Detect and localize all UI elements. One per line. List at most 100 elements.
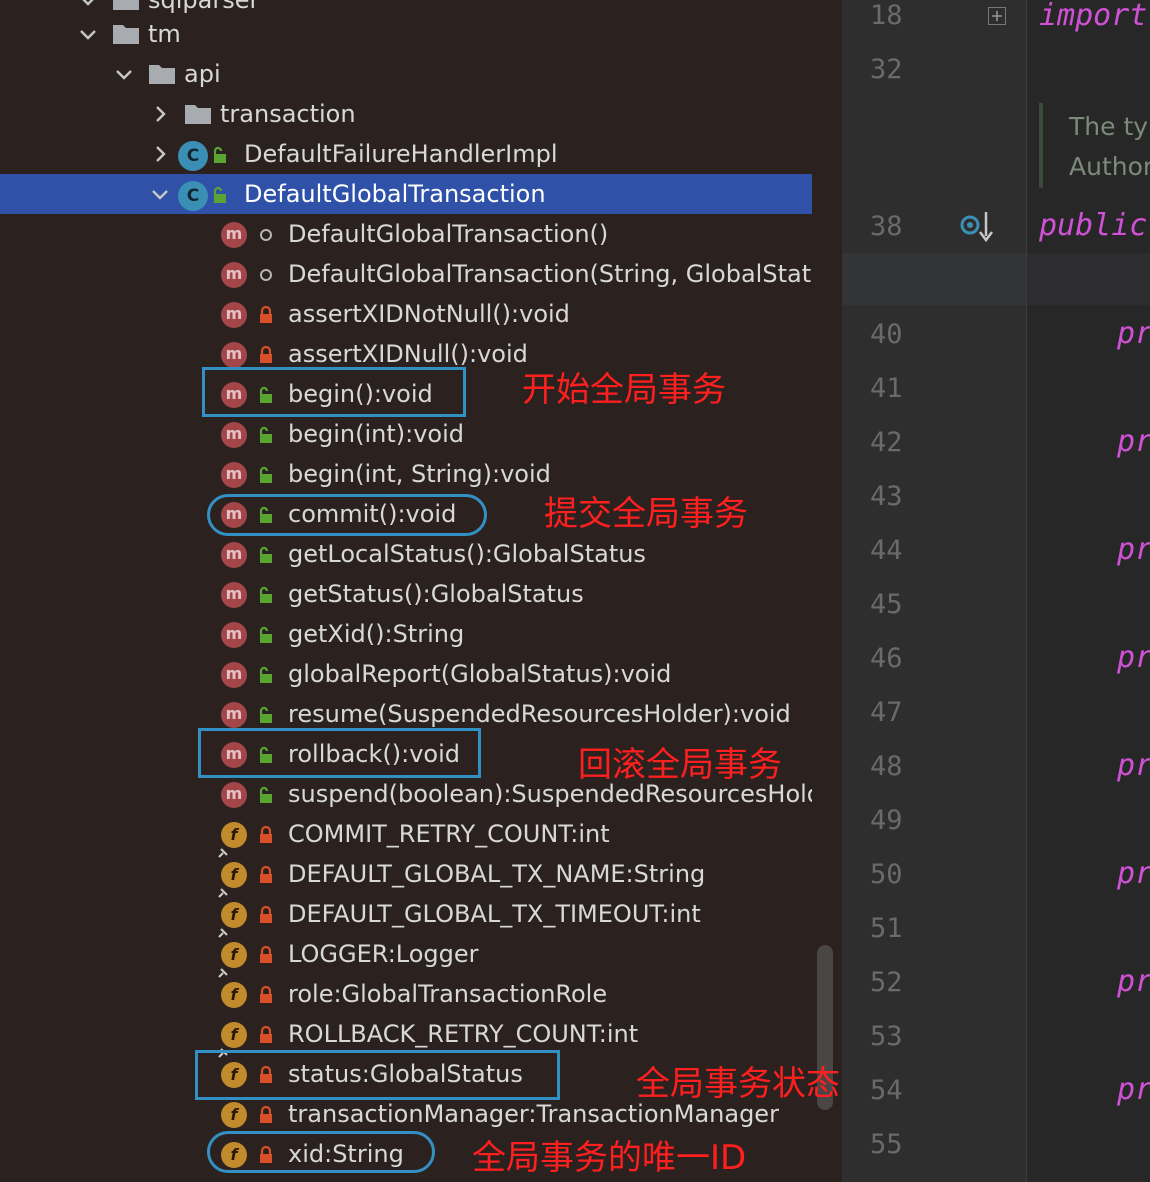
- tree-row-folder[interactable]: api: [0, 54, 812, 94]
- line-number: 50: [870, 859, 903, 890]
- tree-row-label: assertXIDNotNull():void: [288, 300, 570, 328]
- private-lock-icon: [258, 1025, 274, 1044]
- tree-row-label: DEFAULT_GLOBAL_TX_TIMEOUT:int: [288, 900, 701, 928]
- tree-row-method[interactable]: m getXid():String: [0, 614, 812, 654]
- public-lock-icon: [258, 546, 274, 564]
- tree-row-folder[interactable]: tm: [0, 14, 812, 54]
- annotation-label: 开始全局事务: [522, 370, 726, 410]
- method-icon: m: [221, 422, 247, 448]
- annotation-label: 全局事务状态: [636, 1064, 840, 1104]
- tree-row-label: DefaultGlobalTransaction(): [288, 220, 609, 248]
- highlight-box: [195, 1050, 560, 1100]
- current-line-highlight: [1027, 253, 1150, 305]
- public-keyword: public: [1039, 208, 1148, 243]
- tree-row-field[interactable]: f ROLLBACK_RETRY_COUNT:int: [0, 1014, 812, 1058]
- static-pin-icon: [218, 960, 228, 978]
- highlight-box: [198, 728, 481, 778]
- private-keyword: pr: [1117, 1072, 1150, 1107]
- tree-row-field[interactable]: f role:GlobalTransactionRole: [0, 974, 812, 1014]
- import-keyword: import: [1039, 0, 1148, 33]
- private-lock-icon: [258, 865, 274, 884]
- tree-row-field[interactable]: f DEFAULT_GLOBAL_TX_TIMEOUT:int: [0, 894, 812, 938]
- tree-row-folder[interactable]: transaction: [0, 94, 812, 134]
- tree-row-method[interactable]: m globalReport(GlobalStatus):void: [0, 654, 812, 694]
- tree-row-field[interactable]: f DEFAULT_GLOBAL_TX_NAME:String: [0, 854, 812, 898]
- method-icon: m: [221, 222, 247, 248]
- tree-row-label: DefaultGlobalTransaction: [244, 180, 546, 208]
- static-pin-icon: [218, 880, 228, 898]
- private-lock-icon: [258, 985, 274, 1004]
- static-pin-icon: [218, 1040, 228, 1058]
- method-icon: m: [221, 462, 247, 488]
- tree-row-class[interactable]: C DefaultGlobalTransaction: [0, 174, 812, 214]
- field-icon: f: [218, 942, 247, 978]
- tree-row-label: sqlparser: [148, 0, 260, 14]
- public-lock-icon: [258, 586, 274, 604]
- chevron-down-icon[interactable]: [148, 182, 172, 206]
- annotation-label: 全局事务的唯一ID: [472, 1138, 747, 1178]
- line-number: 49: [870, 805, 903, 836]
- private-keyword: pr: [1117, 856, 1150, 891]
- method-icon: m: [221, 662, 247, 688]
- tree-row-class[interactable]: C DefaultFailureHandlerImpl: [0, 134, 812, 174]
- chevron-right-icon[interactable]: [148, 102, 172, 126]
- tree-row-label: getXid():String: [288, 620, 465, 648]
- annotation-label: 提交全局事务: [544, 494, 748, 534]
- private-lock-icon: [258, 345, 274, 364]
- tree-row-label: DefaultFailureHandlerImpl: [244, 140, 558, 168]
- chevron-down-icon[interactable]: [76, 22, 100, 46]
- tree-row-label: transactionManager:TransactionManager: [288, 1100, 779, 1128]
- chevron-right-icon[interactable]: [148, 142, 172, 166]
- tree-row-field[interactable]: f COMMIT_RETRY_COUNT:int: [0, 814, 812, 858]
- tree-row-method[interactable]: m begin(int, String):void: [0, 454, 812, 494]
- field-icon: f: [218, 1022, 247, 1058]
- package-visibility-icon: [260, 229, 272, 241]
- private-keyword: pr: [1117, 424, 1150, 459]
- tree-row-label: DefaultGlobalTransaction(String, GlobalS…: [288, 260, 812, 288]
- tree-row-label: role:GlobalTransactionRole: [288, 980, 608, 1008]
- class-icon: C: [178, 181, 208, 211]
- static-pin-icon: [218, 840, 228, 858]
- line-number: 18: [870, 0, 903, 31]
- method-icon: m: [221, 302, 247, 328]
- editor-gutter: 1832383940414243444546474849505152535455: [842, 0, 1026, 1182]
- tree-row-method[interactable]: m DefaultGlobalTransaction(String, Global…: [0, 254, 812, 294]
- tree-row-method[interactable]: m assertXIDNotNull():void: [0, 294, 812, 334]
- line-number: 43: [870, 481, 903, 512]
- tree-row-field[interactable]: f LOGGER:Logger: [0, 934, 812, 978]
- static-pin-icon: [218, 920, 228, 938]
- tree-row-method[interactable]: m DefaultGlobalTransaction(): [0, 214, 812, 254]
- method-icon: m: [221, 702, 247, 728]
- chevron-down-icon[interactable]: [76, 0, 100, 12]
- line-number: 55: [870, 1129, 903, 1160]
- public-lock-icon: [258, 706, 274, 724]
- public-lock-icon: [258, 626, 274, 644]
- line-number: 38: [870, 211, 903, 242]
- tree-row-label: resume(SuspendedResourcesHolder):void: [288, 700, 791, 728]
- project-tree[interactable]: sqlparser tm api transaction C DefaultFailure…: [0, 0, 812, 1182]
- private-lock-icon: [258, 305, 274, 324]
- tree-row-method[interactable]: m getStatus():GlobalStatus: [0, 574, 812, 614]
- public-lock-icon: [258, 466, 274, 484]
- fold-expand-icon[interactable]: [988, 7, 1006, 25]
- highlight-box: [202, 367, 466, 417]
- method-icon: m: [221, 262, 247, 288]
- folder-icon: [184, 103, 212, 125]
- tree-row-method[interactable]: m getLocalStatus():GlobalStatus: [0, 534, 812, 574]
- private-keyword: pr: [1117, 532, 1150, 567]
- public-lock-icon: [258, 426, 274, 444]
- tree-row-method[interactable]: m begin(int):void: [0, 414, 812, 454]
- private-keyword: pr: [1117, 640, 1150, 675]
- tree-row-label: assertXIDNull():void: [288, 340, 528, 368]
- private-lock-icon: [258, 945, 274, 964]
- doc-comment-line: The typ: [1069, 112, 1150, 141]
- current-line-gutter-highlight: [842, 253, 1026, 305]
- method-icon: m: [221, 622, 247, 648]
- public-lock-icon: [258, 666, 274, 684]
- private-keyword: pr: [1117, 748, 1150, 783]
- code-editor[interactable]: import The typ Author public pr pr pr pr pr pr pr p…: [1027, 0, 1150, 1182]
- line-number: 48: [870, 751, 903, 782]
- highlight-box: [207, 494, 487, 536]
- chevron-down-icon[interactable]: [112, 62, 136, 86]
- implement-marker-icon[interactable]: [958, 210, 998, 246]
